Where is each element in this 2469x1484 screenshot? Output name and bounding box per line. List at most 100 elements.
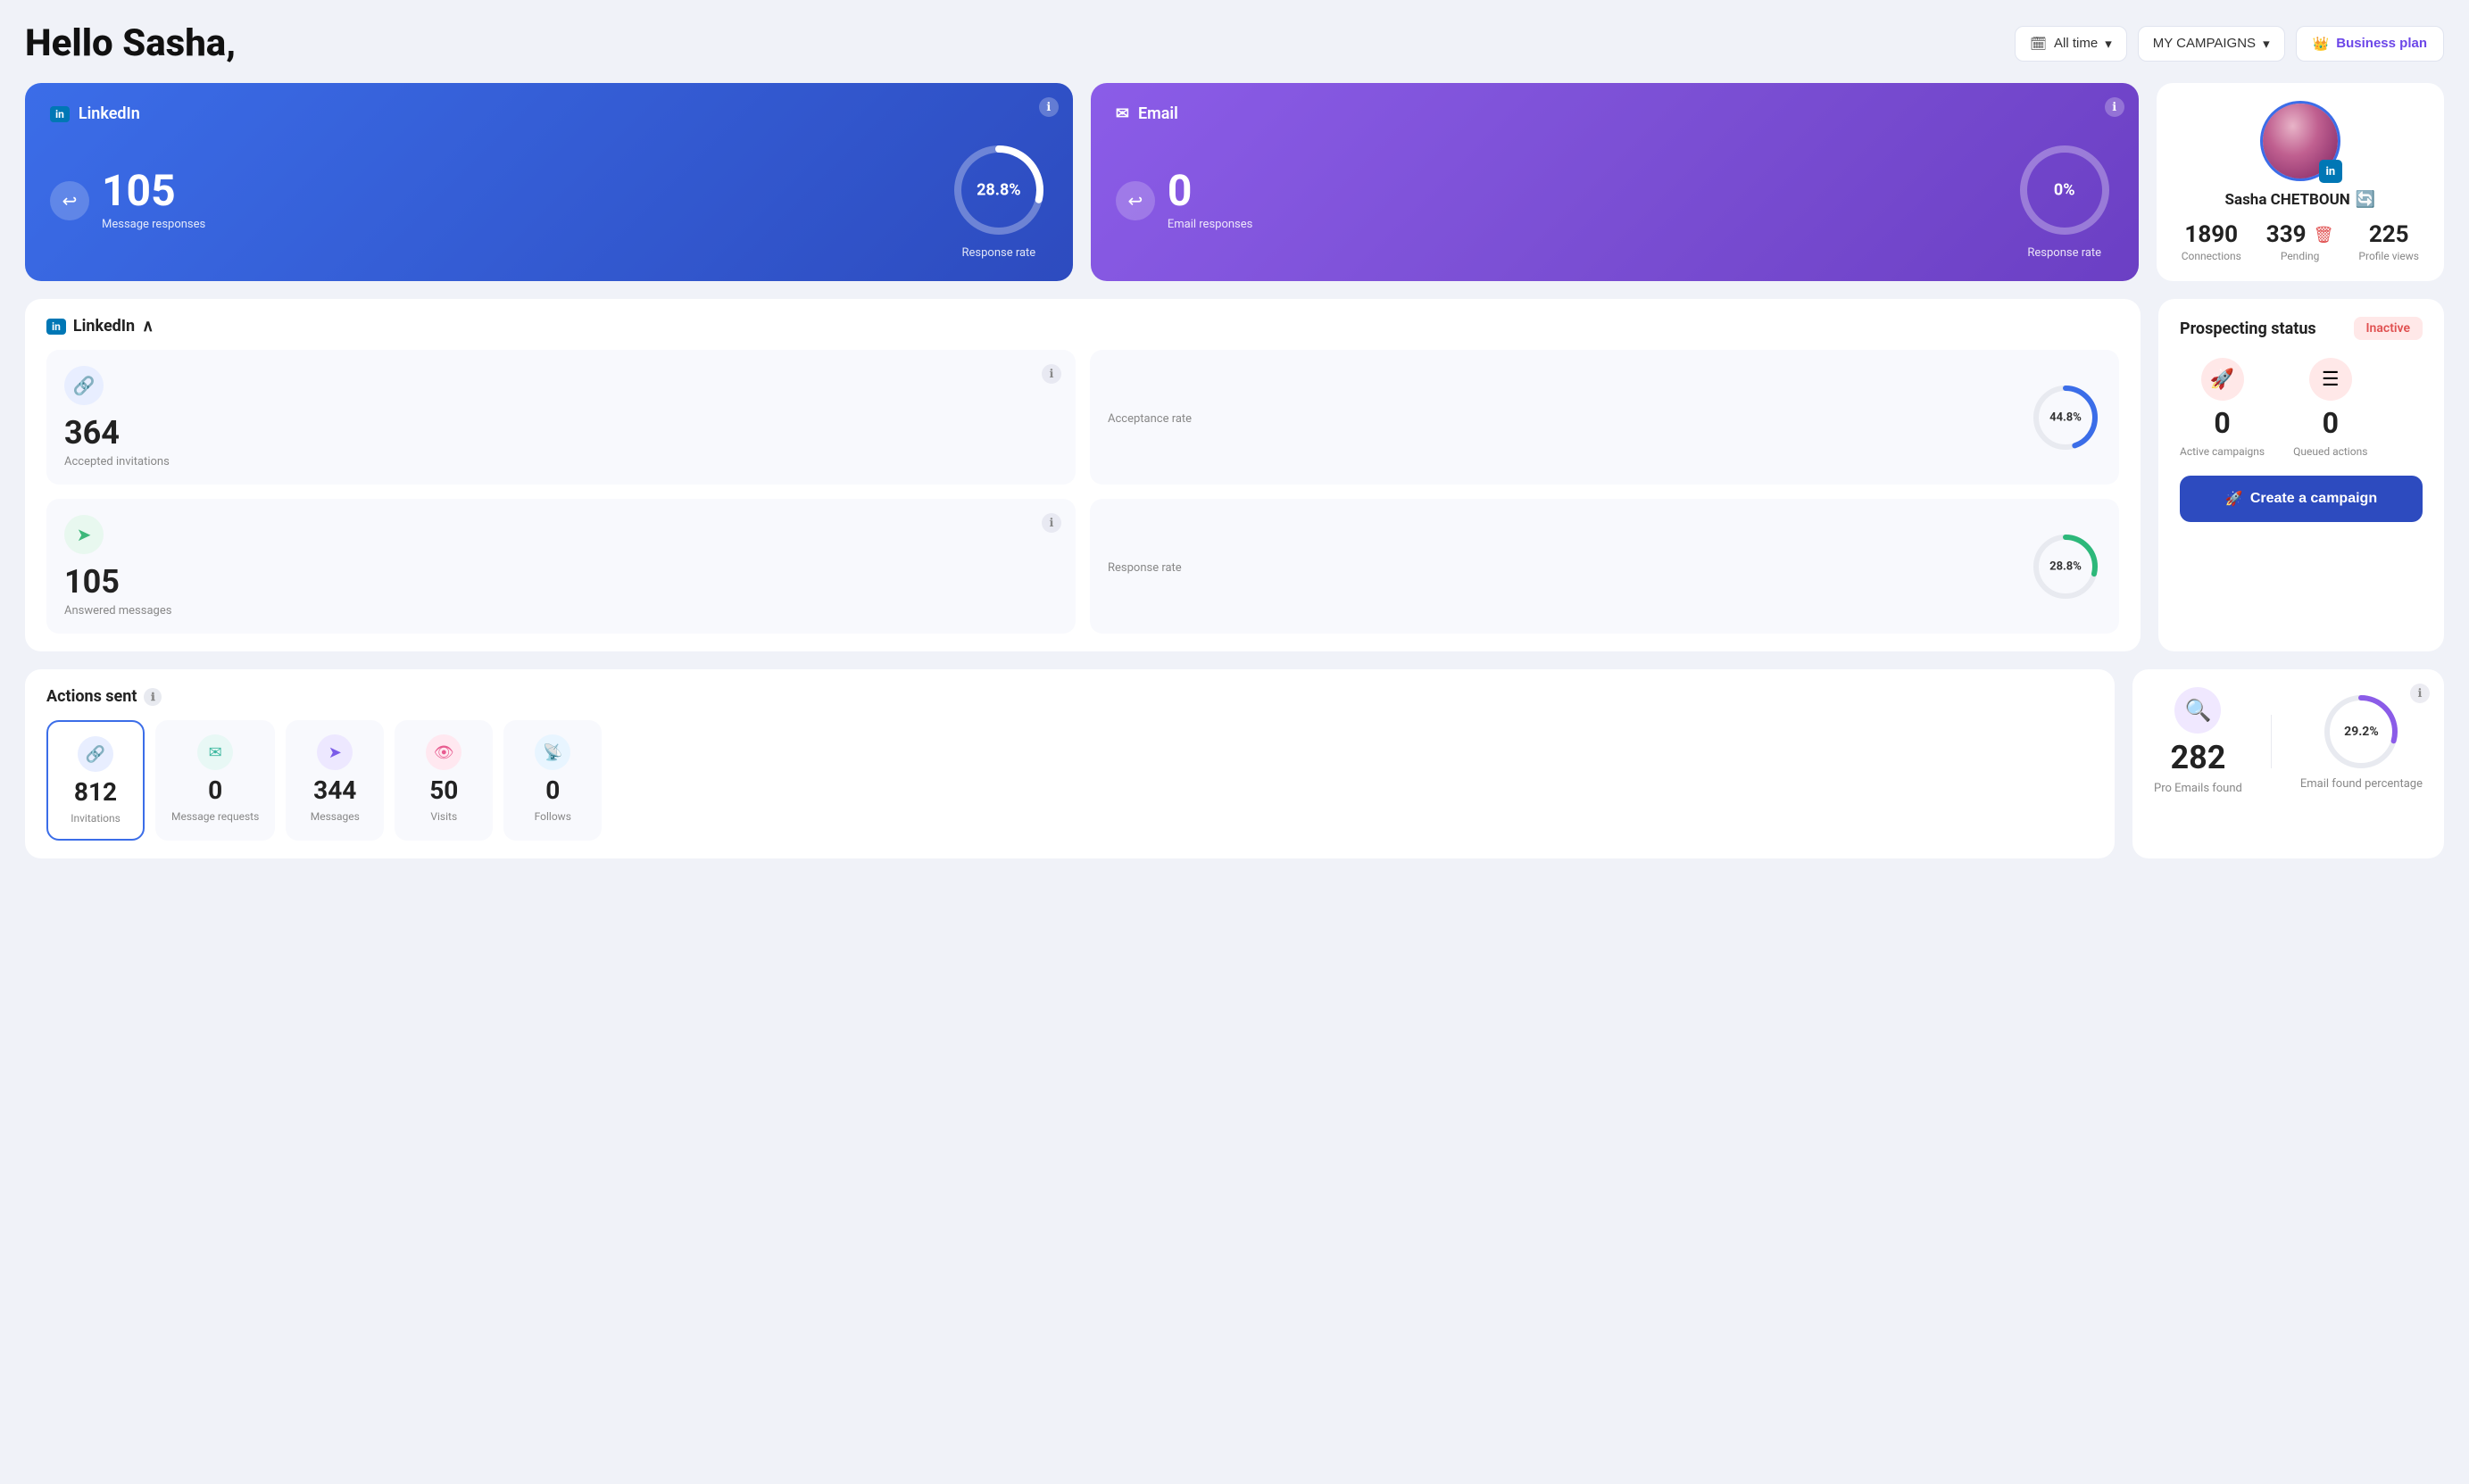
email-responses-stat: ↩ 0 Email responses bbox=[1116, 170, 1253, 231]
answered-messages-card: ℹ ➤ 105 Answered messages bbox=[46, 499, 1076, 634]
linkedin-section-title: LinkedIn bbox=[73, 317, 135, 336]
answered-info-icon[interactable]: ℹ bbox=[1042, 513, 1061, 533]
linkedin-stats-grid: ℹ 🔗 364 Accepted invitations Acceptance … bbox=[46, 350, 2119, 634]
email-search-icon: 🔍 bbox=[2174, 687, 2221, 734]
email-rate-stat: 0% Response rate bbox=[2016, 141, 2114, 260]
email-found-info-icon[interactable]: ℹ bbox=[2410, 684, 2430, 703]
visits-count: 50 bbox=[429, 775, 458, 805]
calendar-icon: 🗓 bbox=[2030, 36, 2047, 52]
inactive-badge: Inactive bbox=[2354, 317, 2423, 340]
trash-icon[interactable]: 🗑 bbox=[2314, 226, 2334, 245]
linkedin-section-header: in LinkedIn ∧ bbox=[46, 317, 2119, 336]
action-follows[interactable]: 📡 0 Follows bbox=[503, 720, 602, 841]
answered-label: Answered messages bbox=[64, 604, 1058, 618]
accepted-invitations-card: ℹ 🔗 364 Accepted invitations bbox=[46, 350, 1076, 485]
profile-views-count: 225 bbox=[2369, 221, 2409, 248]
profile-connections-count: 1890 bbox=[2184, 221, 2238, 248]
invitations-icon: 🔗 bbox=[78, 736, 113, 772]
message-requests-count: 0 bbox=[208, 775, 222, 805]
time-filter-label: All time bbox=[2054, 36, 2098, 51]
linkedin-refresh-icon: ↩ bbox=[50, 181, 89, 220]
email-found-percentage-circle: 29.2% bbox=[2321, 692, 2401, 772]
prospecting-title: Prospecting status bbox=[2180, 319, 2316, 338]
top-controls: 🗓 All time ▾ MY CAMPAIGNS ▾ 👑 Business p… bbox=[2015, 26, 2444, 62]
linkedin-rate-label: Response rate bbox=[962, 246, 1036, 260]
linkedin-section-badge: in bbox=[46, 319, 66, 335]
email-found-right: 29.2% Email found percentage bbox=[2300, 692, 2423, 791]
message-requests-icon: ✉ bbox=[197, 734, 233, 770]
greeting: Hello Sasha, bbox=[25, 21, 236, 65]
action-invitations[interactable]: 🔗 812 Invitations bbox=[46, 720, 145, 841]
email-found-left: 🔍 282 Pro Emails found bbox=[2154, 687, 2242, 795]
messages-icon: ➤ bbox=[317, 734, 353, 770]
profile-views-label: Profile views bbox=[2358, 250, 2419, 262]
messages-label: Messages bbox=[311, 810, 360, 823]
email-found-label: Pro Emails found bbox=[2154, 782, 2242, 795]
email-response-label: Email responses bbox=[1168, 218, 1253, 231]
profile-connections-label: Connections bbox=[2182, 250, 2241, 262]
create-campaign-btn[interactable]: 🚀 Create a campaign bbox=[2180, 476, 2423, 522]
rocket-btn-icon: 🚀 bbox=[2225, 490, 2243, 508]
messages-count: 344 bbox=[313, 775, 356, 805]
actions-row: Actions sent ℹ 🔗 812 Invitations ✉ 0 Mes… bbox=[25, 669, 2444, 858]
message-requests-label: Message requests bbox=[171, 810, 259, 823]
profile-refresh-icon: 🔄 bbox=[2356, 190, 2375, 209]
profile-pending-label: Pending bbox=[2281, 250, 2320, 262]
acceptance-rate-label: Acceptance rate bbox=[1108, 412, 1192, 426]
email-card-header: ✉ Email bbox=[1116, 104, 2114, 123]
linkedin-responses-stat: ↩ 105 Message responses bbox=[50, 170, 205, 231]
email-found-count: 282 bbox=[2170, 739, 2225, 776]
email-rate-circle: 0% bbox=[2016, 141, 2114, 239]
linkedin-stat-left: ↩ 105 Message responses bbox=[50, 170, 205, 231]
email-found-percentage-label: Email found percentage bbox=[2300, 777, 2423, 791]
queued-actions-stat: ☰ 0 Queued actions bbox=[2293, 358, 2367, 458]
response-rate-circle: 28.8% bbox=[2030, 531, 2101, 602]
queued-actions-label: Queued actions bbox=[2293, 445, 2367, 458]
email-found-card: ℹ 🔍 282 Pro Emails found 29.2% Email fou… bbox=[2132, 669, 2444, 858]
campaigns-filter-label: MY CAMPAIGNS bbox=[2153, 36, 2256, 51]
prospecting-card: Prospecting status Inactive 🚀 0 Active c… bbox=[2158, 299, 2444, 651]
email-found-percentage-value: 29.2% bbox=[2344, 725, 2379, 739]
linkedin-response-count: 105 bbox=[102, 170, 205, 212]
action-visits[interactable]: 👁 50 Visits bbox=[395, 720, 493, 841]
profile-pending-count: 339 bbox=[2266, 221, 2307, 248]
linkedin-card-title: LinkedIn bbox=[79, 104, 140, 123]
chevron-up-icon: ∧ bbox=[142, 317, 154, 336]
linkedin-rate-circle: 28.8% bbox=[950, 141, 1048, 239]
action-messages[interactable]: ➤ 344 Messages bbox=[286, 720, 384, 841]
linkedin-rate-stat: 28.8% Response rate bbox=[950, 141, 1048, 260]
response-rate-card: Response rate 28.8% bbox=[1090, 499, 2119, 634]
accepted-label: Accepted invitations bbox=[64, 455, 1058, 468]
time-filter-btn[interactable]: 🗓 All time ▾ bbox=[2015, 26, 2127, 62]
linkedin-section: in LinkedIn ∧ ℹ 🔗 364 Accepted invitatio… bbox=[25, 299, 2141, 651]
prospecting-header: Prospecting status Inactive bbox=[2180, 317, 2423, 340]
action-message-requests[interactable]: ✉ 0 Message requests bbox=[155, 720, 275, 841]
prospecting-stats: 🚀 0 Active campaigns ☰ 0 Queued actions bbox=[2180, 358, 2423, 458]
email-rate-value: 0% bbox=[2054, 181, 2075, 200]
message-icon: ➤ bbox=[64, 515, 104, 554]
email-refresh-icon: ↩ bbox=[1116, 181, 1155, 220]
linkedin-info-icon[interactable]: ℹ bbox=[1039, 97, 1059, 117]
queued-actions-count: 0 bbox=[2323, 406, 2339, 440]
active-campaigns-label: Active campaigns bbox=[2180, 445, 2265, 458]
campaigns-filter-btn[interactable]: MY CAMPAIGNS ▾ bbox=[2138, 26, 2285, 62]
avatar-linkedin-badge: in bbox=[2319, 160, 2342, 183]
visits-label: Visits bbox=[430, 810, 457, 823]
business-plan-btn[interactable]: 👑 Business plan bbox=[2296, 26, 2444, 62]
email-overview-card: ℹ ✉ Email ↩ 0 Email responses bbox=[1091, 83, 2139, 281]
email-response-count: 0 bbox=[1168, 170, 1253, 212]
main-grid: ℹ in LinkedIn ↩ 105 Message responses bbox=[25, 83, 2444, 281]
email-found-stats: 🔍 282 Pro Emails found 29.2% Email found… bbox=[2154, 687, 2423, 795]
linkedin-card-stats: ↩ 105 Message responses 28.8% Response r… bbox=[50, 141, 1048, 260]
acceptance-rate-card: Acceptance rate 44.8% bbox=[1090, 350, 2119, 485]
accepted-info-icon[interactable]: ℹ bbox=[1042, 364, 1061, 384]
email-rate-label: Response rate bbox=[2027, 246, 2101, 260]
link-icon: 🔗 bbox=[64, 366, 104, 405]
profile-name: Sasha CHETBOUN 🔄 bbox=[2225, 190, 2376, 209]
actions-card: Actions sent ℹ 🔗 812 Invitations ✉ 0 Mes… bbox=[25, 669, 2115, 858]
actions-info-icon[interactable]: ℹ bbox=[144, 688, 162, 706]
invitations-label: Invitations bbox=[71, 812, 121, 825]
email-info-icon[interactable]: ℹ bbox=[2105, 97, 2124, 117]
follows-count: 0 bbox=[545, 775, 560, 805]
actions-stats: 🔗 812 Invitations ✉ 0 Message requests ➤… bbox=[46, 720, 2093, 841]
